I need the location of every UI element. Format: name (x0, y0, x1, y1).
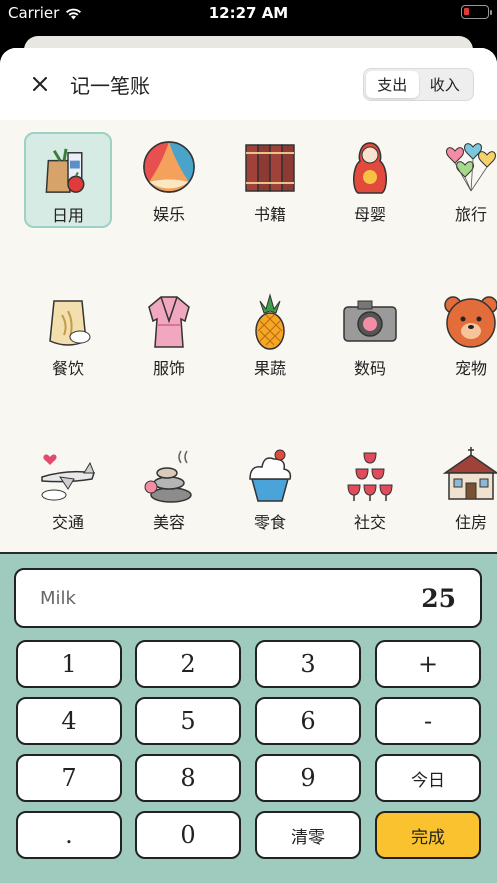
category-social[interactable]: 社交 (326, 440, 414, 536)
key-today[interactable]: 今日 (375, 754, 481, 802)
category-label: 零食 (253, 513, 286, 532)
add-record-sheet: 记一笔账 支出 收入 日用 娱乐 书籍 母婴 旅行 餐饮 服饰 果蔬 数码 宠物… (0, 48, 497, 883)
category-beauty[interactable]: 美容 (125, 440, 213, 536)
page-title: 记一笔账 (70, 74, 150, 98)
key-minus[interactable]: - (375, 697, 481, 745)
done-button[interactable]: 完成 (375, 811, 481, 859)
category-travel[interactable]: 旅行 (427, 132, 497, 228)
house-icon (442, 447, 497, 500)
type-segmented-control: 支出 收入 (363, 68, 474, 101)
key-plus[interactable]: + (375, 640, 481, 688)
category-transport[interactable]: 交通 (24, 440, 112, 536)
keypad-panel: Milk 25 1 2 3 + 4 5 6 - 7 8 9 今日 . 0 清零 … (0, 552, 497, 883)
category-label: 服饰 (152, 359, 185, 378)
key-0[interactable]: 0 (135, 811, 241, 859)
category-digital[interactable]: 数码 (326, 286, 414, 382)
status-bar: Carrier 12:27 AM (0, 0, 497, 26)
key-clear[interactable]: 清零 (255, 811, 361, 859)
key-decimal[interactable]: . (16, 811, 122, 859)
category-entertainment[interactable]: 娱乐 (125, 132, 213, 228)
airplane-icon (41, 454, 95, 501)
category-label: 数码 (353, 359, 386, 378)
entry-input-row[interactable]: Milk 25 (14, 568, 482, 628)
bear-face-icon (444, 296, 497, 348)
category-pets[interactable]: 宠物 (427, 286, 497, 382)
key-8[interactable]: 8 (135, 754, 241, 802)
rice-sack-icon (49, 300, 91, 346)
category-housing[interactable]: 住房 (427, 440, 497, 536)
category-label: 母婴 (353, 205, 386, 224)
pineapple-icon (255, 293, 285, 350)
camera-icon (343, 300, 397, 342)
cupcake-icon (249, 449, 292, 502)
spa-stones-icon (144, 450, 192, 503)
category-daily[interactable]: 日用 (24, 132, 112, 228)
key-6[interactable]: 6 (255, 697, 361, 745)
groceries-bag-icon (45, 148, 85, 193)
category-label: 社交 (353, 513, 386, 532)
category-label: 美容 (152, 513, 185, 532)
category-label: 交通 (51, 513, 84, 532)
category-dining[interactable]: 餐饮 (24, 286, 112, 382)
key-9[interactable]: 9 (255, 754, 361, 802)
amount-display: 25 (421, 584, 456, 613)
wine-glasses-icon (347, 452, 393, 501)
category-label: 餐饮 (51, 359, 84, 378)
key-4[interactable]: 4 (16, 697, 122, 745)
key-3[interactable]: 3 (255, 640, 361, 688)
note-field[interactable]: Milk (40, 588, 76, 609)
battery-icon (461, 5, 492, 19)
close-button[interactable] (24, 68, 56, 100)
category-label: 旅行 (454, 205, 487, 224)
books-icon (245, 144, 295, 192)
category-snacks[interactable]: 零食 (226, 440, 314, 536)
category-label: 宠物 (454, 359, 487, 378)
category-label: 住房 (454, 513, 487, 532)
key-7[interactable]: 7 (16, 754, 122, 802)
bathrobe-icon (148, 296, 190, 348)
status-time: 12:27 AM (208, 4, 289, 22)
heart-balloons-icon (446, 143, 496, 192)
category-produce[interactable]: 果蔬 (226, 286, 314, 382)
category-books[interactable]: 书籍 (226, 132, 314, 228)
key-2[interactable]: 2 (135, 640, 241, 688)
matryoshka-doll-icon (353, 142, 387, 194)
category-baby[interactable]: 母婴 (326, 132, 414, 228)
category-grid: 日用 娱乐 书籍 母婴 旅行 餐饮 服饰 果蔬 数码 宠物 交通 美容 零食 社… (0, 120, 497, 552)
tab-expense[interactable]: 支出 (366, 71, 419, 98)
key-5[interactable]: 5 (135, 697, 241, 745)
tab-income[interactable]: 收入 (419, 71, 472, 98)
category-clothing[interactable]: 服饰 (125, 286, 213, 382)
key-1[interactable]: 1 (16, 640, 122, 688)
sheet-header: 记一笔账 支出 收入 (0, 48, 497, 120)
category-label: 书籍 (253, 205, 286, 224)
category-label: 果蔬 (253, 359, 286, 378)
close-icon (33, 77, 47, 91)
beach-ball-icon (143, 141, 195, 193)
category-label: 娱乐 (152, 205, 185, 224)
category-label: 日用 (51, 206, 84, 225)
